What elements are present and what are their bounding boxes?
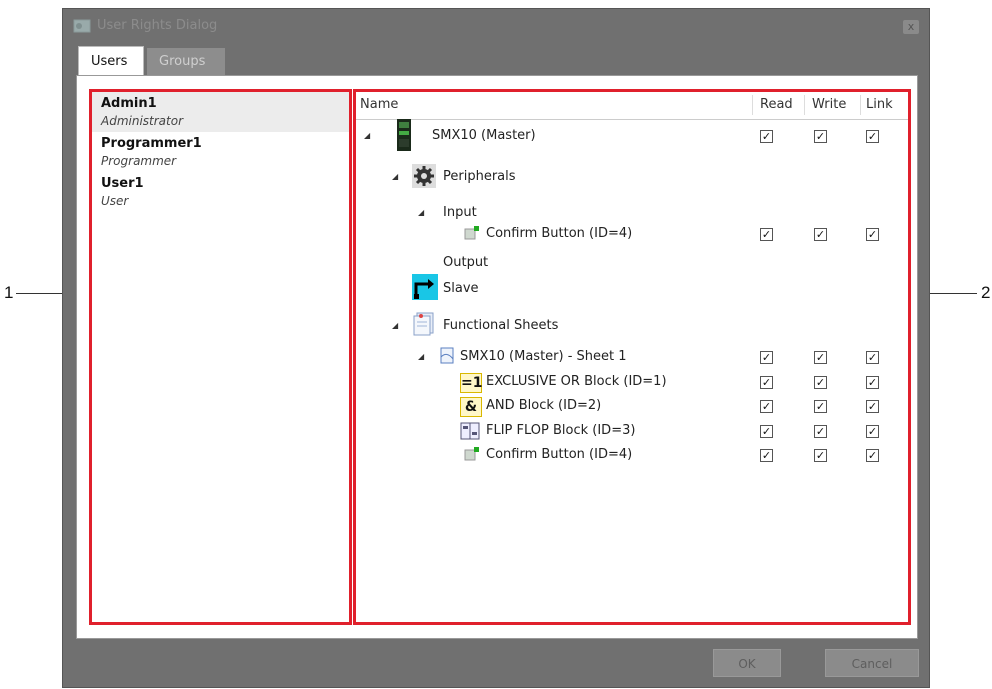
write-checkbox[interactable]: ✓ bbox=[814, 449, 827, 462]
link-checkbox[interactable]: ✓ bbox=[866, 228, 879, 241]
tree-node-label: SMX10 (Master) - Sheet 1 bbox=[460, 349, 627, 364]
ok-button[interactable]: OK bbox=[713, 649, 781, 677]
tree-node-label: Slave bbox=[443, 281, 479, 296]
tree-node-label: Peripherals bbox=[443, 169, 516, 184]
user-name: Admin1 bbox=[101, 96, 157, 111]
device-icon bbox=[396, 119, 412, 155]
tree-node-label: Output bbox=[443, 255, 489, 270]
expand-toggle-icon[interactable]: ◢ bbox=[418, 352, 424, 361]
tree-node-label: SMX10 (Master) bbox=[432, 128, 536, 143]
user-item[interactable]: Admin1 Administrator bbox=[92, 92, 349, 132]
tree-node-label: Functional Sheets bbox=[443, 318, 559, 333]
and-block-icon: & bbox=[460, 397, 482, 417]
callout-2: 2 bbox=[981, 283, 991, 302]
tree-node-label: FLIP FLOP Block (ID=3) bbox=[486, 423, 636, 438]
app-icon bbox=[73, 19, 91, 33]
tree-node-label: Confirm Button (ID=4) bbox=[486, 226, 633, 241]
tab-content: Admin1 Administrator Programmer1 Program… bbox=[76, 75, 918, 639]
cancel-button[interactable]: Cancel bbox=[825, 649, 919, 677]
input-button-icon bbox=[464, 446, 480, 466]
tree-node-label: Input bbox=[443, 205, 477, 220]
link-checkbox[interactable]: ✓ bbox=[866, 449, 879, 462]
expand-toggle-icon[interactable]: ◢ bbox=[392, 321, 398, 330]
column-write-header[interactable]: Write bbox=[812, 97, 846, 112]
write-checkbox[interactable]: ✓ bbox=[814, 400, 827, 413]
tree-row[interactable]: Slave bbox=[356, 274, 908, 302]
write-checkbox[interactable]: ✓ bbox=[814, 376, 827, 389]
tree-node-label: AND Block (ID=2) bbox=[486, 398, 602, 413]
tree-row[interactable]: ◢ Functional Sheets bbox=[356, 312, 908, 340]
sheet-icon bbox=[438, 347, 456, 369]
title-bar: User Rights Dialog x bbox=[63, 9, 929, 43]
tab-groups[interactable]: Groups bbox=[147, 48, 225, 75]
tree-node-label: Confirm Button (ID=4) bbox=[486, 447, 633, 462]
write-checkbox[interactable]: ✓ bbox=[814, 351, 827, 364]
tree-row[interactable]: ◢ Peripherals bbox=[356, 164, 908, 192]
link-checkbox[interactable]: ✓ bbox=[866, 130, 879, 143]
input-button-icon bbox=[464, 225, 480, 245]
read-checkbox[interactable]: ✓ bbox=[760, 130, 773, 143]
expand-toggle-icon[interactable]: ◢ bbox=[364, 131, 370, 140]
tab-users[interactable]: Users bbox=[78, 46, 144, 76]
tree-row[interactable]: =1 EXCLUSIVE OR Block (ID=1) ✓ ✓ ✓ bbox=[356, 371, 908, 395]
sheets-icon bbox=[412, 312, 436, 340]
tree-row[interactable]: Output bbox=[356, 252, 908, 276]
link-checkbox[interactable]: ✓ bbox=[866, 376, 879, 389]
flipflop-block-icon bbox=[460, 422, 480, 444]
rights-tree-panel: Name Read Write Link ◢ SMX10 (Master) ✓ ✓ ✓ ◢… bbox=[353, 89, 911, 625]
column-divider bbox=[752, 95, 753, 115]
tree-row[interactable]: FLIP FLOP Block (ID=3) ✓ ✓ ✓ bbox=[356, 420, 908, 444]
column-header: Name Read Write Link bbox=[356, 92, 908, 120]
user-role: Programmer bbox=[101, 154, 177, 168]
user-name: User1 bbox=[101, 176, 144, 191]
expand-toggle-icon[interactable]: ◢ bbox=[418, 208, 424, 217]
user-list-panel: Admin1 Administrator Programmer1 Program… bbox=[89, 89, 352, 625]
tree-row[interactable]: Confirm Button (ID=4) ✓ ✓ ✓ bbox=[356, 223, 908, 247]
user-role: User bbox=[101, 194, 129, 208]
read-checkbox[interactable]: ✓ bbox=[760, 425, 773, 438]
link-checkbox[interactable]: ✓ bbox=[866, 400, 879, 413]
read-checkbox[interactable]: ✓ bbox=[760, 449, 773, 462]
user-rights-dialog: User Rights Dialog x Users Groups Admin1… bbox=[62, 8, 930, 688]
link-checkbox[interactable]: ✓ bbox=[866, 425, 879, 438]
tree-row[interactable]: ◢ SMX10 (Master) ✓ ✓ ✓ bbox=[356, 119, 908, 151]
gear-icon bbox=[412, 164, 436, 192]
write-checkbox[interactable]: ✓ bbox=[814, 228, 827, 241]
dialog-title: User Rights Dialog bbox=[97, 18, 218, 33]
tree-row[interactable]: & AND Block (ID=2) ✓ ✓ ✓ bbox=[356, 395, 908, 419]
link-checkbox[interactable]: ✓ bbox=[866, 351, 879, 364]
callout-1: 1 bbox=[4, 283, 14, 302]
write-checkbox[interactable]: ✓ bbox=[814, 130, 827, 143]
column-name-header[interactable]: Name bbox=[360, 97, 398, 112]
write-checkbox[interactable]: ✓ bbox=[814, 425, 827, 438]
read-checkbox[interactable]: ✓ bbox=[760, 228, 773, 241]
close-button[interactable]: x bbox=[903, 20, 919, 34]
expand-toggle-icon[interactable]: ◢ bbox=[392, 172, 398, 181]
tree-row[interactable]: ◢ SMX10 (Master) - Sheet 1 ✓ ✓ ✓ bbox=[356, 346, 908, 370]
user-item[interactable]: Programmer1 Programmer bbox=[92, 132, 349, 172]
column-link-header[interactable]: Link bbox=[866, 97, 893, 112]
tree-node-label: EXCLUSIVE OR Block (ID=1) bbox=[486, 374, 667, 389]
slave-icon bbox=[412, 274, 438, 304]
user-item[interactable]: User1 User bbox=[92, 172, 349, 212]
xor-block-icon: =1 bbox=[460, 373, 483, 393]
read-checkbox[interactable]: ✓ bbox=[760, 400, 773, 413]
read-checkbox[interactable]: ✓ bbox=[760, 376, 773, 389]
column-divider bbox=[860, 95, 861, 115]
tree-row[interactable]: Confirm Button (ID=4) ✓ ✓ ✓ bbox=[356, 444, 908, 468]
user-name: Programmer1 bbox=[101, 136, 202, 151]
column-divider bbox=[804, 95, 805, 115]
column-read-header[interactable]: Read bbox=[760, 97, 793, 112]
user-role: Administrator bbox=[101, 114, 184, 128]
read-checkbox[interactable]: ✓ bbox=[760, 351, 773, 364]
